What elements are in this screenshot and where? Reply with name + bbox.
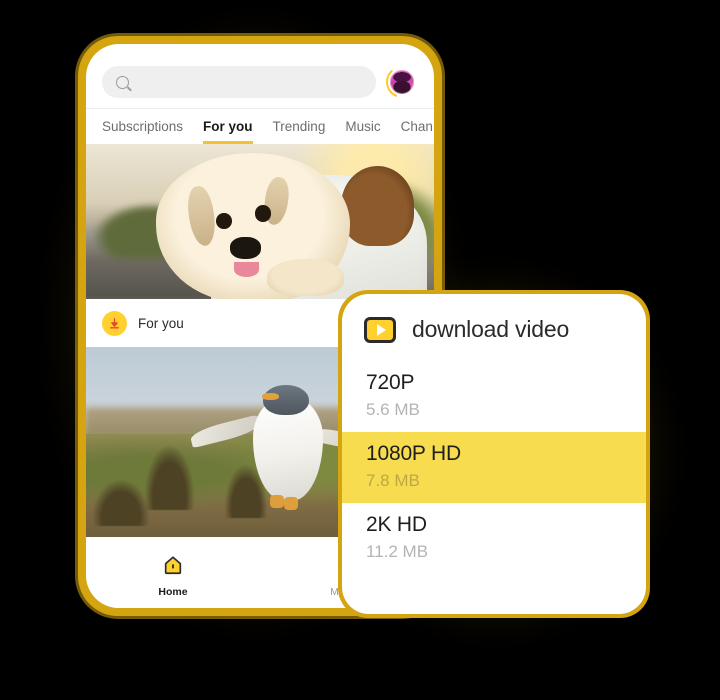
penguin-head bbox=[263, 385, 309, 416]
grass-tuft bbox=[92, 480, 149, 526]
dog-person-hair bbox=[340, 166, 415, 247]
download-arrow-icon bbox=[102, 310, 127, 336]
quality-option-1080p-hd[interactable]: 1080P HD 7.8 MB bbox=[342, 431, 646, 503]
download-panel-header: download video bbox=[342, 294, 646, 361]
download-panel-inner: download video 720P 5.6 MB 1080P HD 7.8 … bbox=[342, 294, 646, 614]
avatar-image bbox=[388, 68, 416, 96]
penguin-foot bbox=[284, 497, 299, 511]
tab-bar: Subscriptions For you Trending Music Cha… bbox=[86, 108, 434, 144]
quality-size: 7.8 MB bbox=[366, 470, 420, 490]
search-input[interactable] bbox=[102, 66, 376, 98]
search-icon bbox=[116, 75, 129, 89]
quality-size: 5.6 MB bbox=[366, 399, 420, 419]
dog-tongue bbox=[233, 261, 259, 277]
dog-eye-left bbox=[216, 212, 232, 230]
nav-label-home: Home bbox=[158, 586, 188, 598]
quality-option-720p[interactable]: 720P 5.6 MB bbox=[342, 361, 646, 432]
dog-ear-left bbox=[184, 184, 219, 248]
dog-eye-right bbox=[254, 205, 271, 222]
quality-label: 2K HD bbox=[366, 512, 427, 536]
penguin-beak bbox=[261, 392, 280, 401]
tab-channels[interactable]: Chan bbox=[401, 113, 433, 144]
home-icon bbox=[162, 554, 184, 581]
tab-trending[interactable]: Trending bbox=[273, 113, 326, 144]
quality-option-2k-hd[interactable]: 2K HD 11.2 MB bbox=[342, 503, 646, 574]
video-thumbnail-dog[interactable] bbox=[86, 144, 434, 299]
tab-music[interactable]: Music bbox=[345, 113, 380, 144]
download-panel-title: download video bbox=[412, 316, 570, 342]
dog-paw bbox=[266, 258, 344, 296]
dog-scene bbox=[86, 144, 434, 299]
penguin-foot bbox=[270, 495, 285, 509]
quality-label: 720P bbox=[366, 371, 415, 394]
search-row bbox=[86, 44, 434, 108]
dog-nose bbox=[229, 236, 261, 259]
screenshot-root: Subscriptions For you Trending Music Cha… bbox=[0, 0, 720, 700]
grass-tuft bbox=[145, 445, 194, 511]
play-triangle bbox=[376, 323, 386, 336]
quality-size: 11.2 MB bbox=[366, 541, 429, 561]
nav-item-home[interactable]: Home bbox=[86, 554, 260, 598]
avatar[interactable] bbox=[386, 66, 418, 98]
download-panel: download video 720P 5.6 MB 1080P HD 7.8 … bbox=[338, 290, 650, 618]
tab-subscriptions[interactable]: Subscriptions bbox=[102, 113, 183, 144]
video-play-icon bbox=[364, 316, 396, 343]
tab-for-you[interactable]: For you bbox=[203, 113, 253, 144]
quality-label: 1080P HD bbox=[366, 441, 461, 465]
